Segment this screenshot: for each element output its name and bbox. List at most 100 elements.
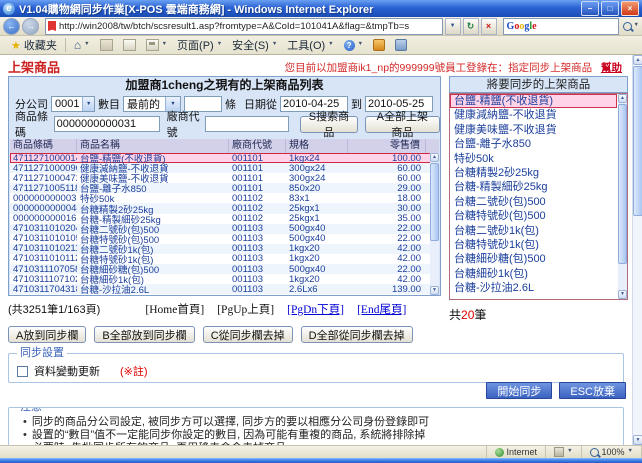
printer-icon (146, 39, 159, 51)
address-field[interactable]: http://win2008/tw/btch/scsresult1.asp?fr… (45, 18, 443, 35)
refresh-icon: ↻ (467, 22, 475, 31)
favorites-label: 收藏夹 (24, 37, 57, 53)
page-end-link[interactable]: [End尾頁] (357, 304, 406, 316)
page-scrollbar[interactable]: ▲ ▼ (632, 55, 642, 445)
sync-list-item[interactable]: 台糖細砂1k(包) (450, 267, 617, 281)
branch-select[interactable]: 0001 ▼ (51, 96, 95, 112)
sync-list-item[interactable]: 特砂50k (450, 152, 617, 166)
cell-name: 台糖-沙拉油2.6L (77, 282, 229, 295)
vendor-input[interactable] (205, 116, 289, 132)
menu-tools-label: 工具(O) (287, 37, 325, 53)
table-scrollbar[interactable]: ▲ ▼ (430, 153, 439, 295)
menu-tools-caret-icon: ▼ (328, 42, 333, 48)
print-dropdown-icon: ▼ (162, 42, 167, 48)
protected-mode-button[interactable]: ▼ (546, 446, 581, 458)
scroll-down-icon[interactable]: ▼ (633, 435, 642, 445)
login-info: 您目前以加盟商ik1_np的999999號員工登錄在：指定同步上架商品 幫助 (285, 60, 622, 75)
menu-safety[interactable]: 安全(S) ▼ (227, 37, 282, 54)
back-button[interactable]: ← (3, 18, 20, 35)
pagination-summary: (共3251筆1/163頁) (8, 304, 100, 316)
scroll-up-icon[interactable]: ▲ (430, 153, 439, 162)
esc-cancel-button[interactable]: ESC放棄 (559, 382, 626, 399)
page-up-button[interactable]: [PgUp上頁] (217, 304, 274, 316)
sync-list-item[interactable]: 台鹽-精鹽(不收退貨) (450, 94, 617, 108)
favorites-bar-button[interactable] (390, 37, 412, 54)
table-row[interactable]: 4710311704318台糖-沙拉油2.6L0011032.6Lx6139.0… (10, 284, 432, 294)
sync-panel: 將要同步的上架商品 台鹽-精鹽(不收退貨)健康減納鹽-不收退貨健康美味鹽-不收退… (449, 76, 628, 323)
data-update-checkbox[interactable] (17, 366, 28, 377)
favorites-button[interactable]: ★ 收藏夹 (6, 37, 62, 54)
refresh-button[interactable]: ↻ (463, 18, 479, 35)
maximize-button[interactable]: □ (601, 1, 619, 16)
scroll-up-icon[interactable]: ▲ (618, 94, 627, 103)
sync-list-item[interactable]: 台糖二號砂(包)500 (450, 195, 617, 209)
mail-icon (123, 39, 136, 51)
stop-button[interactable]: × (481, 18, 497, 35)
sync-list-item[interactable]: 健康美味鹽-不收退貨 (450, 123, 617, 137)
forward-button[interactable]: → (22, 18, 39, 35)
home-button[interactable]: ⌂ ▼ (69, 37, 95, 54)
sync-list-item[interactable]: 台糖細砂糖(包)500 (450, 252, 617, 266)
notes-legend: 注意 (17, 407, 45, 413)
login-info-text: 您目前以加盟商ik1_np的999999號員工登錄在：指定同步上架商品 (285, 62, 592, 74)
note-item: •設置的“數目”值不一定能同步你設定的數目, 因為可能有重複的商品, 系統將排除… (23, 429, 623, 442)
sync-list-item[interactable]: 台糖精製2砂25kg (450, 166, 617, 180)
sync-list-item[interactable]: 台鹽-離子水850 (450, 137, 617, 151)
sync-listbox[interactable]: 台鹽-精鹽(不收退貨)健康減納鹽-不收退貨健康美味鹽-不收退貨台鹽-離子水850… (449, 93, 628, 300)
sync-list-item[interactable]: 台糖特號砂(包)500 (450, 209, 617, 223)
scroll-thumb[interactable] (618, 104, 627, 264)
stop-icon: × (486, 22, 491, 31)
window-title: V1.04購物網同步作業[X-POS 雲端商務網] - Windows Inte… (19, 1, 581, 17)
notes-list: •同步的商品分公司設定, 被同步方可以選擇, 同步方的要以相應分公司身份登錄即可… (9, 408, 623, 445)
home-dropdown-icon: ▼ (84, 42, 89, 48)
menu-page-caret-icon: ▼ (217, 42, 222, 48)
add-to-sync-button[interactable]: A放到同步欄 (8, 326, 86, 343)
remove-from-sync-button[interactable]: C從同步欄去掉 (203, 326, 293, 343)
sync-list-item[interactable]: 台糖特號砂1k(包) (450, 238, 617, 252)
scroll-up-icon[interactable]: ▲ (633, 55, 642, 65)
sync-list-item[interactable]: 台糖二號砂1k(包) (450, 224, 617, 238)
start-sync-button[interactable]: 開始同步 (486, 382, 552, 399)
all-products-button[interactable]: A全部上架商品 (365, 116, 440, 133)
feeds-button[interactable] (95, 37, 118, 54)
print-button[interactable]: ▼ (141, 37, 172, 54)
minimize-button[interactable]: – (581, 1, 599, 16)
sync-list-item[interactable]: 台糖-精製細砂25kg (450, 180, 617, 194)
help-button[interactable]: ? ▼ (339, 37, 368, 54)
menu-tools[interactable]: 工具(O) ▼ (282, 37, 338, 54)
search-products-button[interactable]: S搜索商品 (300, 116, 358, 133)
page-home-button[interactable]: [Home首頁] (145, 304, 204, 316)
sync-list-scrollbar[interactable]: ▲ ▼ (618, 94, 627, 299)
barcode-input[interactable] (54, 116, 160, 132)
page-title: 上架商品 (8, 57, 60, 76)
scroll-thumb[interactable] (633, 66, 642, 216)
branch-select-arrow-icon: ▼ (82, 97, 94, 111)
quick-tabs-button[interactable] (368, 37, 390, 54)
rss-icon (100, 39, 113, 51)
remove-all-from-sync-button[interactable]: D全部從同步欄去掉 (301, 326, 413, 343)
address-dropdown-button[interactable]: ▼ (445, 18, 461, 35)
barcode-label: 商品條碼 (15, 108, 51, 140)
sync-list-item[interactable]: 健康減納鹽-不收退貨 (450, 108, 617, 122)
address-bar: ← → http://win2008/tw/btch/scsresult1.as… (0, 17, 642, 36)
scroll-down-icon[interactable]: ▼ (430, 286, 439, 295)
tiao-label: 條 (225, 96, 236, 112)
zoom-control[interactable]: 100% ▼ (582, 446, 642, 458)
scroll-down-icon[interactable]: ▼ (618, 290, 627, 299)
header-code: 商品條碼 (10, 139, 77, 153)
sync-list-item[interactable]: 台糖-沙拉油2.6L (450, 281, 617, 295)
help-link[interactable]: 幫助 (601, 62, 622, 74)
scroll-thumb[interactable] (430, 163, 439, 241)
menu-page[interactable]: 页面(P) ▼ (172, 37, 227, 54)
status-message (0, 446, 487, 458)
page-down-link[interactable]: [PgDn下頁] (287, 304, 344, 316)
bullet-icon: • (23, 416, 27, 428)
search-button[interactable]: ▼ (623, 22, 639, 31)
zoom-caret-icon: ▼ (628, 449, 633, 455)
read-mail-button[interactable] (118, 37, 141, 54)
close-button[interactable]: × (621, 1, 639, 16)
add-all-to-sync-button[interactable]: B全部放到同步欄 (94, 326, 194, 343)
search-input[interactable]: Google (503, 18, 619, 35)
note-mark: (※註) (120, 363, 148, 379)
home-icon: ⌂ (74, 38, 81, 52)
